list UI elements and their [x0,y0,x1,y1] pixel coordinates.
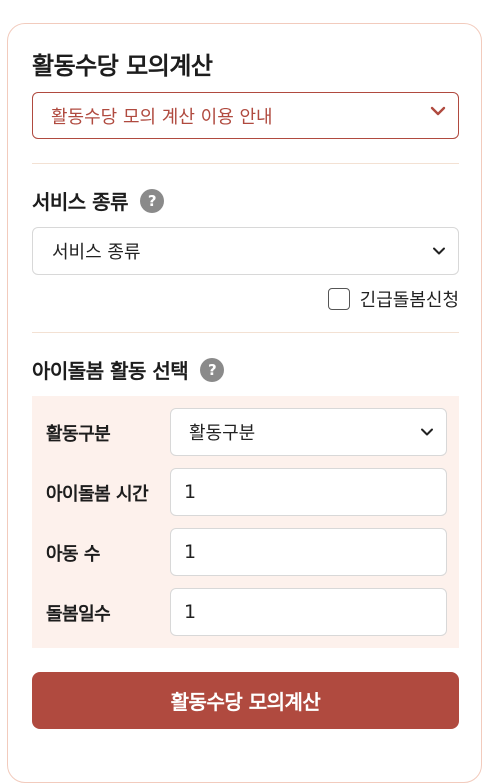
usage-notice-label: 활동수당 모의 계산 이용 안내 [51,106,273,128]
activity-type-value: 활동구분 [189,423,256,444]
care-hours-label: 아이돌봄 시간 [46,484,149,505]
child-count-input[interactable]: 1 [170,528,447,576]
child-count-label: 아동 수 [46,544,100,565]
care-hours-input[interactable]: 1 [170,468,447,516]
usage-notice-dropdown[interactable]: 활동수당 모의 계산 이용 안내 [32,92,459,139]
care-days-label: 돌봄일수 [46,604,111,625]
divider [32,163,459,164]
activity-type-label: 활동구분 [46,424,111,445]
calculate-button[interactable]: 활동수당 모의계산 [32,672,459,729]
help-icon[interactable]: ? [139,188,164,213]
service-section-title: 서비스 종류 ? [32,186,164,215]
help-icon[interactable]: ? [200,357,225,382]
service-section-label: 서비스 종류 [32,190,128,214]
service-type-value: 서비스 종류 [52,242,141,263]
emergency-care-checkbox[interactable] [327,288,350,310]
chevron-down-icon [430,106,446,116]
service-type-select[interactable]: 서비스 종류 [32,227,459,275]
emergency-care-option[interactable]: 긴급돌봄신청 [327,286,459,312]
activity-section-label: 아이돌봄 활동 선택 [32,359,189,383]
chevron-down-icon [433,247,445,255]
care-days-input[interactable]: 1 [170,588,447,636]
activity-section-title: 아이돌봄 활동 선택 ? [32,355,225,384]
page-title: 활동수당 모의계산 [32,52,213,80]
divider [32,332,459,333]
activity-type-select[interactable]: 활동구분 [170,408,447,456]
emergency-care-label: 긴급돌봄신청 [359,290,459,311]
chevron-down-icon [421,428,433,436]
